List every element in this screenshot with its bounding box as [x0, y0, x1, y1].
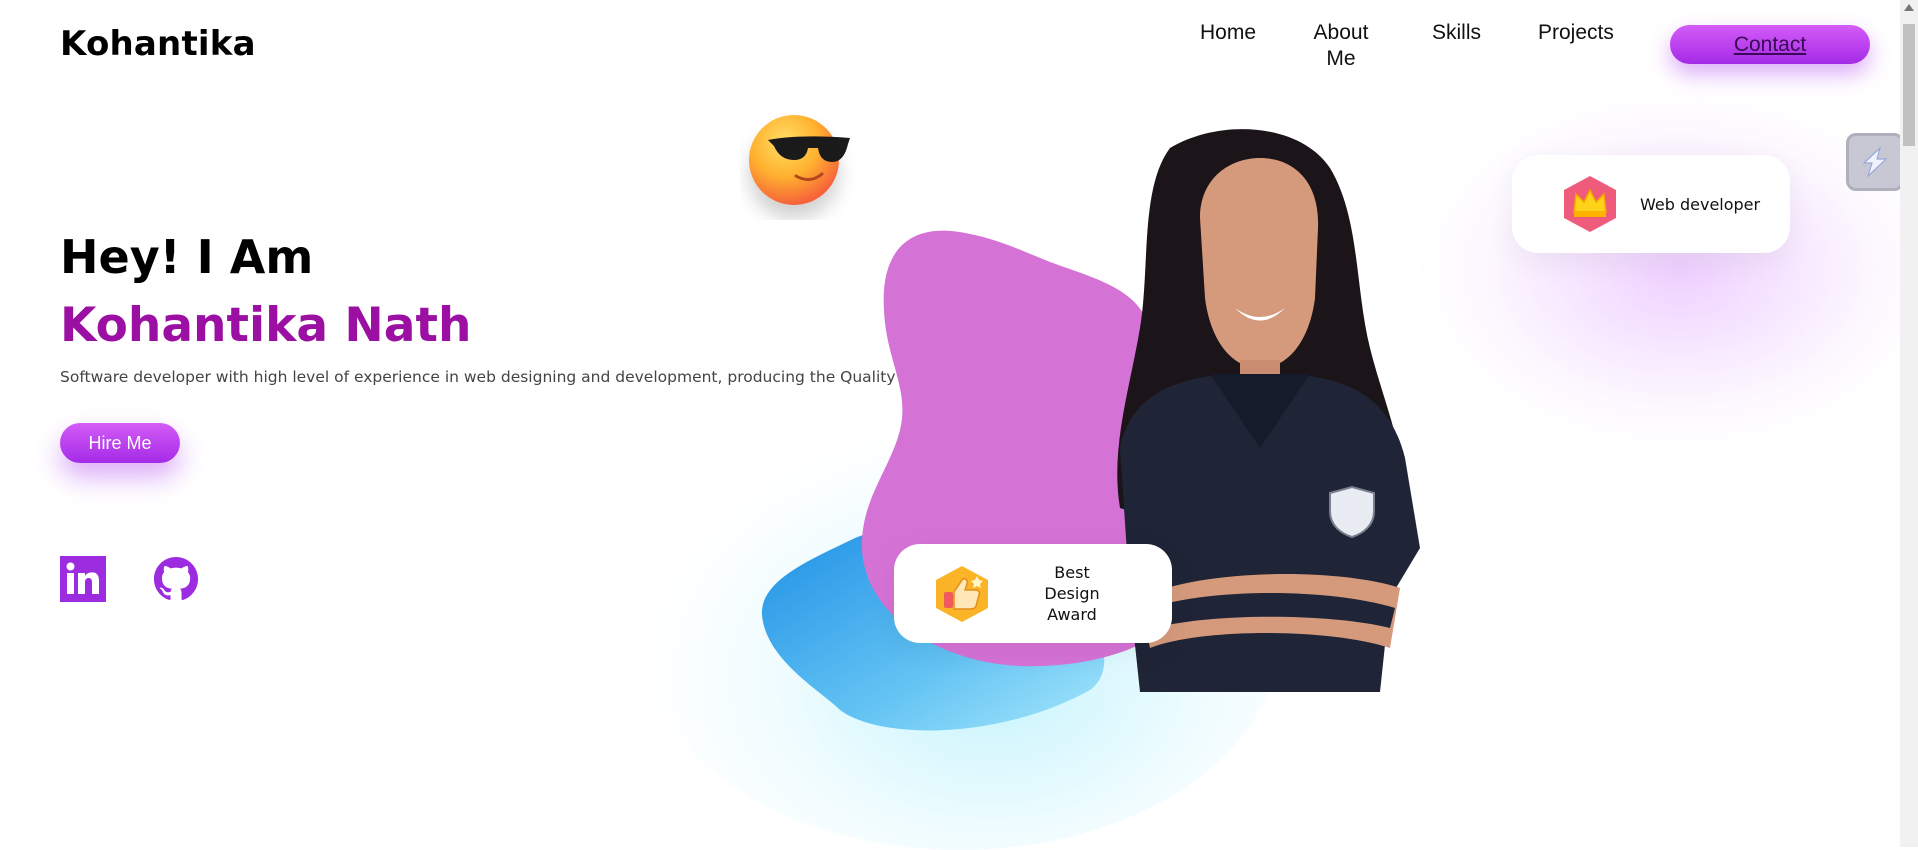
sunglasses-emoji-icon: [740, 110, 860, 220]
nav-projects[interactable]: Projects: [1538, 20, 1614, 46]
floating-widget-button[interactable]: [1846, 133, 1904, 191]
github-icon[interactable]: [153, 556, 199, 602]
best-design-award-label: Best Design Award: [1044, 563, 1100, 624]
nav-skills[interactable]: Skills: [1432, 20, 1481, 46]
site-logo[interactable]: Kohantika: [60, 24, 256, 64]
vertical-scrollbar[interactable]: [1900, 0, 1918, 847]
nav-home[interactable]: Home: [1200, 20, 1256, 46]
best-design-award-card: Best Design Award: [894, 544, 1172, 643]
crown-icon: [1564, 176, 1616, 232]
hero-greeting: Hey! I Am: [60, 230, 314, 284]
scroll-thumb[interactable]: [1903, 24, 1915, 146]
nav-about-me[interactable]: About Me: [1310, 20, 1372, 72]
web-developer-label: Web developer: [1640, 194, 1761, 214]
hero-name: Kohantika Nath: [60, 298, 472, 353]
linkedin-icon[interactable]: [60, 556, 106, 602]
thumbs-up-icon: [936, 565, 988, 622]
web-developer-card: Web developer: [1512, 155, 1790, 253]
scroll-up-arrow-icon[interactable]: [1904, 4, 1914, 11]
background-glow-purple: [1420, 90, 1918, 450]
contact-button[interactable]: Contact: [1670, 25, 1870, 64]
hire-me-button[interactable]: Hire Me: [60, 423, 180, 463]
lightning-icon: [1862, 146, 1888, 178]
